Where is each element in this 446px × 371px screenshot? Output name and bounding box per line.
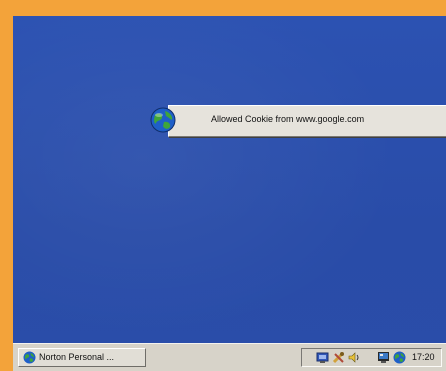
sound-icon[interactable] [347,351,360,364]
tools-icon[interactable] [332,351,345,364]
monitor-icon[interactable] [377,351,390,364]
photo-frame: Allowed Cookie from www.google.com × [0,0,446,371]
notification-message: Allowed Cookie from www.google.com [211,114,365,124]
globe-icon [150,107,176,133]
clock[interactable]: 17:20 [412,352,435,362]
desktop[interactable]: Allowed Cookie from www.google.com × [13,16,446,344]
globe-icon[interactable] [393,351,406,364]
task-button-norton[interactable]: Norton Personal ... [18,348,146,367]
screen: Allowed Cookie from www.google.com × [13,16,446,371]
task-button-label: Norton Personal ... [39,352,115,362]
notification-bar: Allowed Cookie from www.google.com × [168,105,446,137]
notification-balloon[interactable]: Allowed Cookie from www.google.com × [150,104,446,138]
taskbar: Norton Personal ... 17:20 [13,343,446,371]
network-icon[interactable] [316,351,329,364]
globe-icon [23,351,36,364]
system-tray: 17:20 [301,348,442,367]
